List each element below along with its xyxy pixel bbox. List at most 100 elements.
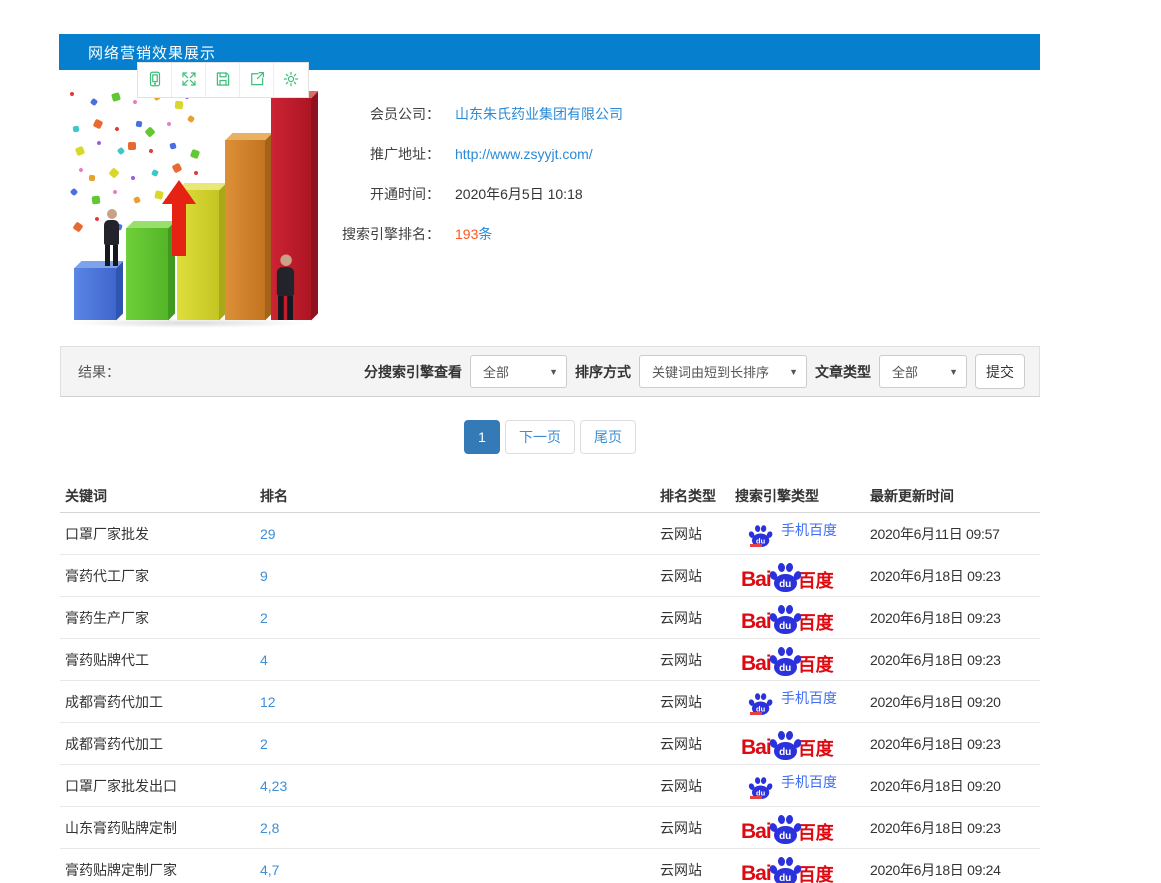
rank-link[interactable]: 4,7 bbox=[255, 862, 655, 878]
engine-cell: Bai du 百度 bbox=[730, 814, 865, 844]
table-row: 膏药贴牌代工 4 云网站 Bai du 百度 2020年6月18日 09:23 bbox=[60, 639, 1040, 681]
company-link[interactable]: 山东朱氏药业集团有限公司 bbox=[455, 104, 623, 124]
baidu-logo: Bai du 百度 bbox=[741, 646, 834, 676]
keyword-cell: 口罩厂家批发出口 bbox=[65, 777, 177, 794]
open-time-value: 2020年6月5日 10:18 bbox=[455, 186, 583, 202]
info-row-company: 会员公司： 山东朱氏药业集团有限公司 bbox=[310, 94, 623, 134]
settings-icon bbox=[282, 70, 300, 91]
rank-link[interactable]: 2 bbox=[255, 610, 655, 626]
rank-link[interactable]: 4,23 bbox=[255, 778, 655, 794]
share-button[interactable] bbox=[240, 63, 274, 97]
rank-type-cell: 云网站 bbox=[660, 651, 702, 668]
sort-label: 排序方式 bbox=[575, 363, 631, 380]
engine-filter-select[interactable]: 全部 ▼ bbox=[470, 355, 567, 388]
company-label: 会员公司： bbox=[370, 106, 440, 122]
mobile-baidu-label: 手机百度 bbox=[781, 522, 837, 538]
page: 网络营销效果展示 会员公司： 山东朱氏药业集团有限公司 推广地址： http:/… bbox=[0, 0, 1161, 883]
page-title: 网络营销效果展示 bbox=[88, 44, 217, 62]
next-page-button[interactable]: 下一页 bbox=[505, 420, 575, 454]
last-page-button[interactable]: 尾页 bbox=[580, 420, 636, 454]
baidu-logo: Bai du 百度 bbox=[741, 814, 834, 844]
results-table: 关键词 排名 排名类型 搜索引擎类型 最新更新时间 口罩厂家批发 29 云网站 … bbox=[60, 480, 1040, 883]
update-time-cell: 2020年6月18日 09:24 bbox=[870, 861, 1001, 878]
update-time-cell: 2020年6月18日 09:23 bbox=[870, 609, 1001, 626]
keyword-cell: 膏药代工厂家 bbox=[65, 567, 149, 584]
rank-type-cell: 云网站 bbox=[660, 693, 702, 710]
member-info: 会员公司： 山东朱氏药业集团有限公司 推广地址： http://www.zsyy… bbox=[310, 94, 623, 254]
update-time-cell: 2020年6月18日 09:23 bbox=[870, 651, 1001, 668]
info-row-url: 推广地址： http://www.zsyyjt.com/ bbox=[310, 134, 623, 174]
rank-link[interactable]: 2 bbox=[255, 736, 655, 752]
update-time-cell: 2020年6月18日 09:20 bbox=[870, 777, 1001, 794]
table-row: 膏药贴牌定制厂家 4,7 云网站 Bai du 百度 2020年6月18日 09:2… bbox=[60, 849, 1040, 883]
update-time-cell: 2020年6月18日 09:23 bbox=[870, 567, 1001, 584]
rank-type-cell: 云网站 bbox=[660, 777, 702, 794]
article-type-select[interactable]: 全部 ▼ bbox=[879, 355, 967, 388]
marketing-chart-image bbox=[62, 88, 318, 332]
engine-cell: Bai du 百度 bbox=[730, 562, 865, 592]
rank-link[interactable]: 29 bbox=[255, 526, 655, 542]
keyword-cell: 膏药贴牌代工 bbox=[65, 651, 149, 668]
rank-type-cell: 云网站 bbox=[660, 609, 702, 626]
baidu-paw-icon: du bbox=[768, 604, 803, 634]
engine-filter-label: 分搜索引擎查看 bbox=[364, 363, 462, 380]
open-time-label: 开通时间： bbox=[370, 186, 440, 202]
rank-type-cell: 云网站 bbox=[660, 861, 702, 878]
table-row: 口罩厂家批发出口 4,23 云网站 du 手机百度 2020年6月18日 09:2… bbox=[60, 765, 1040, 807]
growth-arrow bbox=[162, 180, 196, 256]
page-button-current[interactable]: 1 bbox=[464, 420, 500, 454]
seo-rank-value: 193条 bbox=[455, 224, 492, 244]
submit-button[interactable]: 提交 bbox=[975, 354, 1025, 389]
header-update-time: 最新更新时间 bbox=[870, 488, 954, 504]
mobile-baidu-badge: du 手机百度 bbox=[747, 517, 837, 547]
keyword-cell: 山东膏药贴牌定制 bbox=[65, 819, 177, 836]
fullscreen-icon bbox=[180, 70, 198, 91]
info-row-open-time: 开通时间： 2020年6月5日 10:18 bbox=[310, 174, 623, 214]
rank-type-cell: 云网站 bbox=[660, 735, 702, 752]
mobile-preview-button[interactable] bbox=[138, 63, 172, 97]
table-row: 山东膏药贴牌定制 2,8 云网站 Bai du 百度 2020年6月18日 09:2… bbox=[60, 807, 1040, 849]
info-row-seo-rank: 搜索引擎排名： 193条 bbox=[310, 214, 623, 254]
header-engine-type: 搜索引擎类型 bbox=[735, 488, 819, 504]
sort-value: 关键词由短到长排序 bbox=[652, 365, 770, 380]
keyword-cell: 膏药贴牌定制厂家 bbox=[65, 861, 177, 878]
keyword-cell: 成都膏药代加工 bbox=[65, 693, 163, 710]
filter-bar: 结果： 分搜索引擎查看 全部 ▼ 排序方式 关键词由短到长排序 ▼ 文章类型 全… bbox=[60, 346, 1040, 397]
article-type-label: 文章类型 bbox=[815, 363, 871, 380]
settings-button[interactable] bbox=[274, 63, 308, 97]
update-time-cell: 2020年6月18日 09:23 bbox=[870, 819, 1001, 836]
save-button[interactable] bbox=[206, 63, 240, 97]
toolbar bbox=[137, 62, 309, 98]
engine-cell: du 手机百度 bbox=[730, 769, 865, 802]
chevron-down-icon: ▼ bbox=[549, 366, 558, 377]
baidu-logo: Bai du 百度 bbox=[741, 856, 834, 883]
rank-type-cell: 云网站 bbox=[660, 525, 702, 542]
chevron-down-icon: ▼ bbox=[949, 366, 958, 377]
businessman-right bbox=[276, 254, 295, 320]
sort-select[interactable]: 关键词由短到长排序 ▼ bbox=[639, 355, 807, 388]
engine-cell: Bai du 百度 bbox=[730, 730, 865, 760]
engine-cell: Bai du 百度 bbox=[730, 646, 865, 676]
bar-orange bbox=[225, 133, 272, 320]
engine-cell: du 手机百度 bbox=[730, 517, 865, 550]
engine-cell: Bai du 百度 bbox=[730, 856, 865, 883]
businessman-left bbox=[104, 209, 119, 266]
keyword-cell: 成都膏药代加工 bbox=[65, 735, 163, 752]
bar-blue bbox=[74, 261, 123, 320]
update-time-cell: 2020年6月18日 09:23 bbox=[870, 735, 1001, 752]
promo-url-label: 推广地址： bbox=[370, 146, 440, 162]
fullscreen-button[interactable] bbox=[172, 63, 206, 97]
table-row: 成都膏药代加工 12 云网站 du 手机百度 2020年6月18日 09:20 bbox=[60, 681, 1040, 723]
promo-url-link[interactable]: http://www.zsyyjt.com/ bbox=[455, 146, 593, 162]
rank-link[interactable]: 9 bbox=[255, 568, 655, 584]
baidu-paw-icon: du bbox=[768, 730, 803, 760]
rank-link[interactable]: 2,8 bbox=[255, 820, 655, 836]
rank-link[interactable]: 12 bbox=[255, 694, 655, 710]
table-body: 口罩厂家批发 29 云网站 du 手机百度 2020年6月11日 09:57 膏药… bbox=[60, 513, 1040, 883]
header-rank: 排名 bbox=[260, 488, 288, 504]
baidu-paw-icon: du bbox=[768, 646, 803, 676]
save-icon bbox=[214, 70, 232, 91]
keyword-cell: 膏药生产厂家 bbox=[65, 609, 149, 626]
rank-link[interactable]: 4 bbox=[255, 652, 655, 668]
mobile-baidu-badge: du 手机百度 bbox=[747, 769, 837, 799]
